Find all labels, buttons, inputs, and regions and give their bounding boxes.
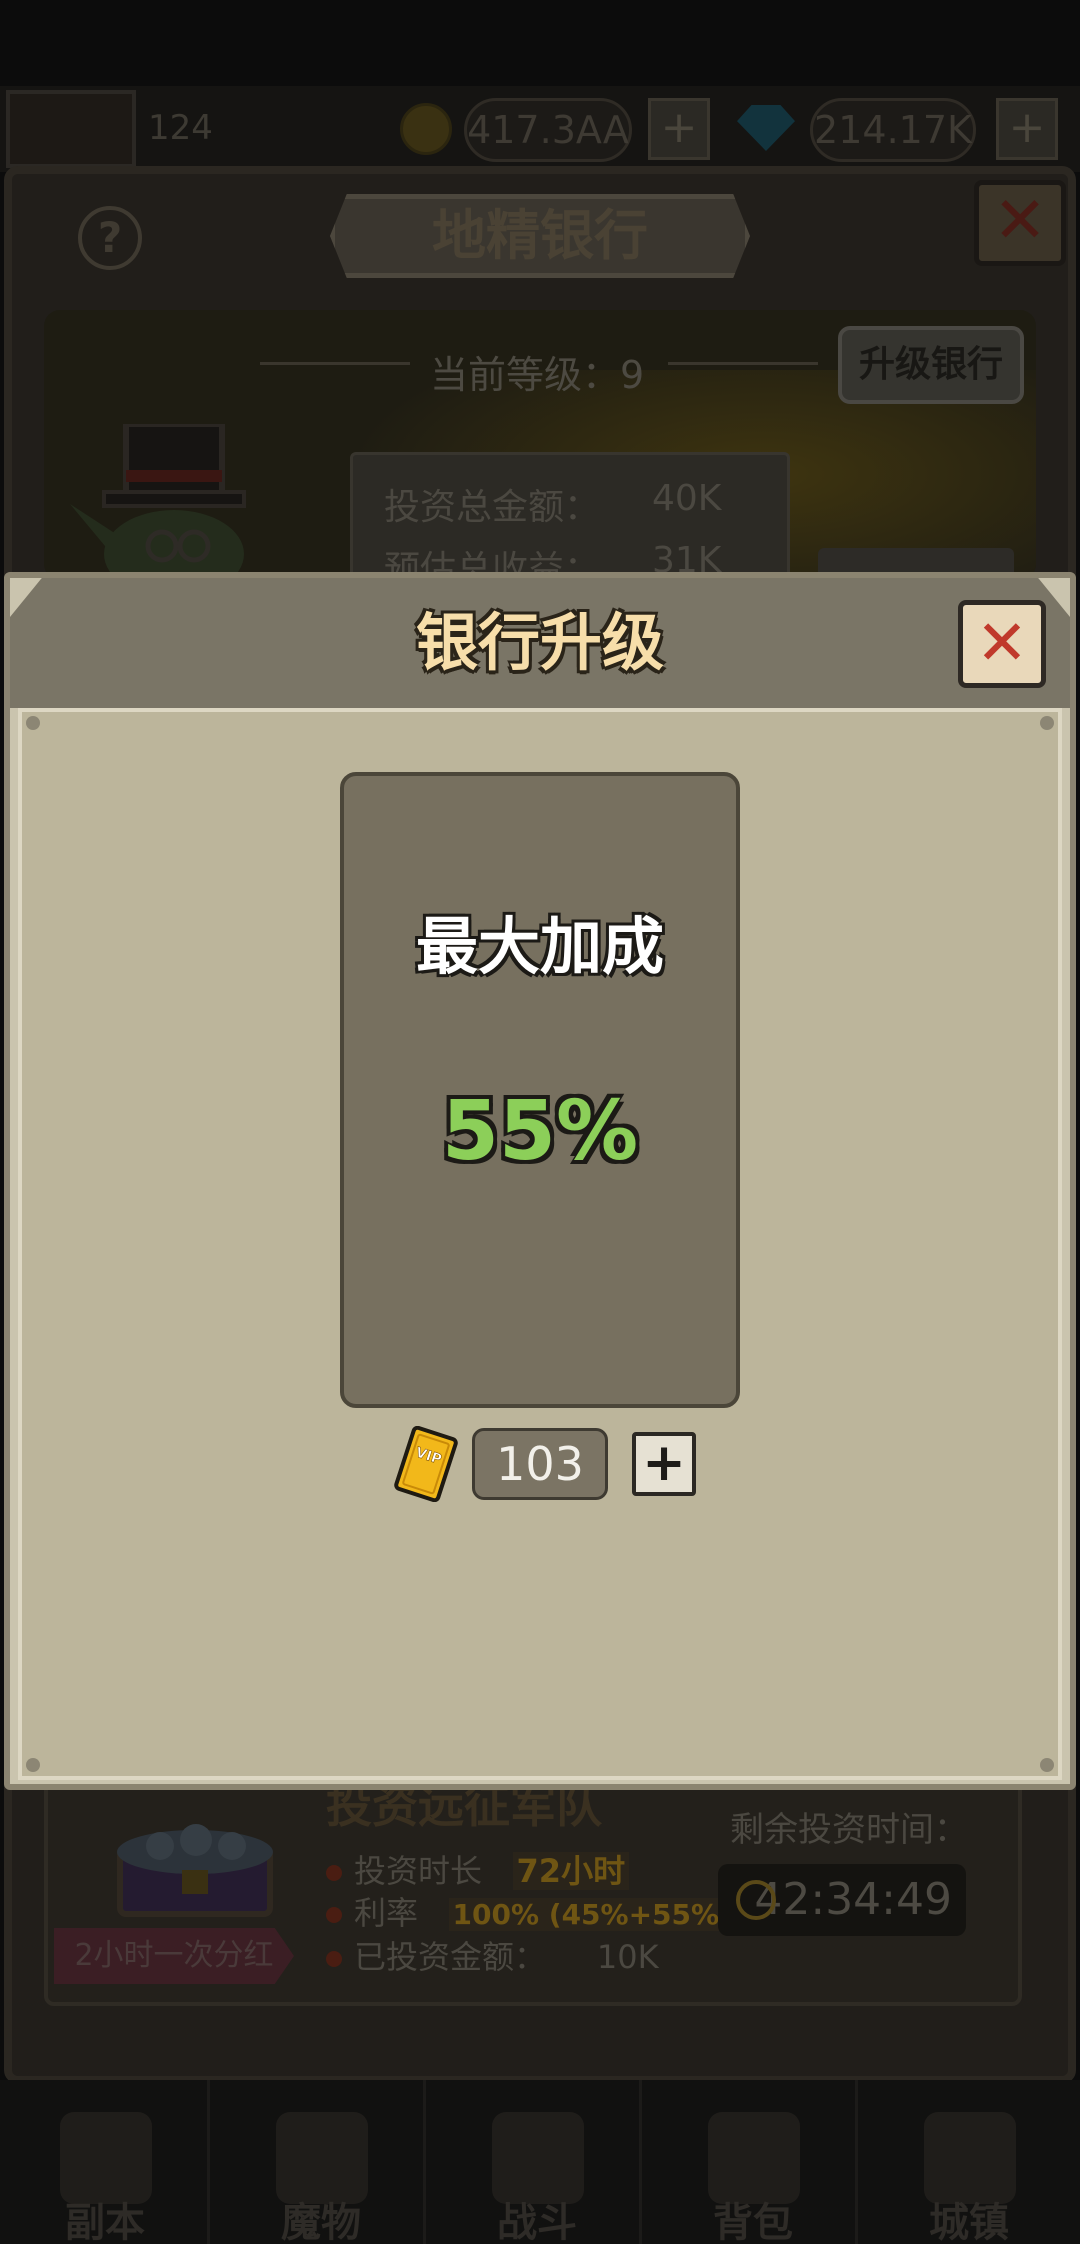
current-level-label: 当前等级：9: [430, 344, 644, 399]
add-gold-button[interactable]: +: [648, 98, 710, 160]
invested-label: 已投资金额：: [354, 1938, 547, 1976]
rivet: [1040, 716, 1054, 730]
goblin-banker-icon: [70, 424, 246, 574]
divider-line: [260, 362, 410, 365]
rivet: [26, 716, 40, 730]
add-vip-card-button[interactable]: +: [632, 1432, 696, 1496]
nav-monsters-label: 魔物: [281, 2200, 361, 2244]
vip-card-count: 103: [472, 1428, 608, 1500]
bullet-dot: [326, 1907, 342, 1923]
total-invest-label: 投资总金额：: [384, 487, 601, 528]
gem-amount: 214.17K: [810, 98, 976, 162]
player-avatar[interactable]: [6, 90, 136, 168]
vip-card-icon: VIP: [394, 1426, 458, 1502]
rivet: [26, 1758, 40, 1772]
divider-line: [668, 362, 818, 365]
nav-town-label: 城镇: [929, 2200, 1009, 2244]
upgrade-bank-button[interactable]: 升级银行: [838, 326, 1024, 404]
gold-coin-icon: [400, 103, 452, 155]
rivet: [1040, 1758, 1054, 1772]
bullet-dot: [326, 1865, 342, 1881]
bullet-dot: [326, 1951, 342, 1967]
duration-label: 投资时长: [354, 1852, 483, 1890]
rate-label: 利率: [354, 1894, 419, 1932]
total-invest-value: 40K: [652, 478, 722, 519]
modal-close-button[interactable]: ✕: [958, 600, 1046, 688]
nav-battle-label: 战斗: [497, 2200, 577, 2244]
rate-row: 利率 100% (45%+55%): [326, 1888, 736, 1934]
duration-row: 投资时长 72小时: [326, 1846, 630, 1892]
bank-close-button[interactable]: ✕: [974, 180, 1066, 266]
max-bonus-label: 最大加成: [415, 910, 664, 983]
duration-value: 72小时: [512, 1852, 630, 1890]
remaining-time-label: 剩余投资时间：: [730, 1810, 968, 1850]
current-level-value: 9: [620, 353, 645, 397]
max-bonus-value: 55%: [441, 1084, 639, 1179]
gold-amount: 417.3AA: [464, 98, 632, 162]
help-button[interactable]: ?: [78, 206, 142, 270]
treasure-chest-icon: [117, 1824, 273, 1917]
clock-icon: [736, 1880, 776, 1920]
nav-dungeon-label: 副本: [65, 2200, 145, 2244]
player-level: 124: [148, 108, 213, 148]
current-level-text: 当前等级：: [430, 353, 621, 397]
dividend-ribbon: 2小时一次分红: [54, 1928, 294, 1984]
modal-title: 银行升级: [415, 606, 664, 679]
bank-title: 地精银行: [432, 204, 648, 267]
rate-value: 100% (45%+55%): [448, 1898, 736, 1931]
add-gems-button[interactable]: +: [996, 98, 1058, 160]
nav-backpack-label: 背包: [713, 2200, 793, 2244]
invested-value: 10K: [596, 1938, 659, 1976]
invested-row: 已投资金额： 10K: [326, 1932, 659, 1978]
